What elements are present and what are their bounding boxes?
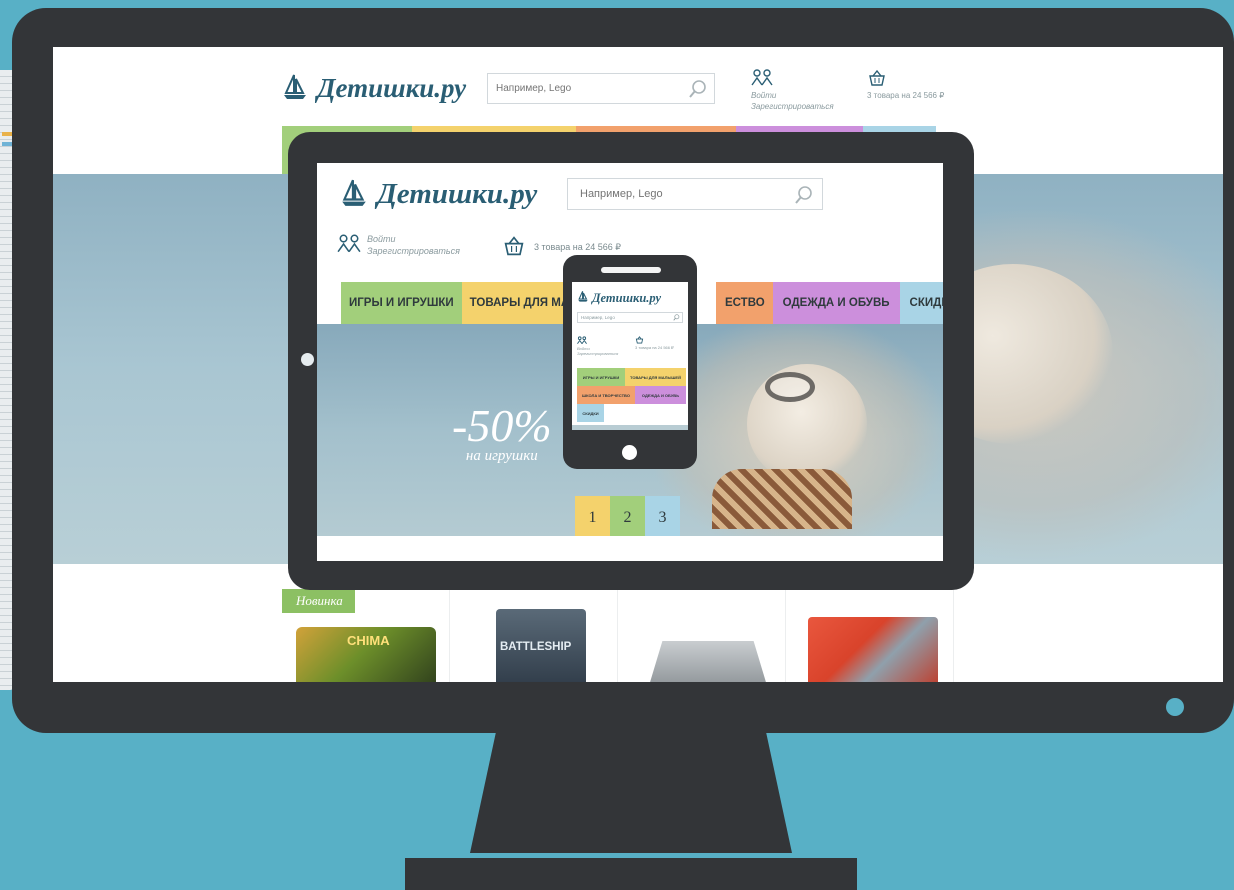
search-icon[interactable] bbox=[673, 314, 680, 324]
nav-tab-games[interactable]: ИГРЫ И ИГРУШКИ bbox=[577, 368, 625, 386]
user-icon bbox=[577, 336, 621, 346]
battleship-brand-text: BATTLESHIP bbox=[500, 641, 572, 653]
pager-button-3[interactable]: 3 bbox=[645, 496, 680, 536]
nav-tab-creativity[interactable]: ЕСТВО bbox=[715, 282, 773, 324]
basket-icon bbox=[635, 336, 683, 345]
search-icon[interactable] bbox=[794, 185, 814, 210]
phone-screen: Детишки.ру Например, Lego Войти Зарегист… bbox=[572, 282, 688, 430]
basket-icon bbox=[867, 69, 944, 90]
product-card[interactable] bbox=[618, 589, 786, 682]
phone-home-button[interactable] bbox=[622, 445, 637, 460]
nav-tab-discounts[interactable]: СКИДКИ bbox=[577, 404, 604, 422]
nav-tab-baby-goods[interactable]: ТОВАРЫ ДЛЯ МАЛЬ bbox=[461, 282, 571, 324]
sailboat-icon bbox=[577, 289, 589, 307]
basket-icon bbox=[502, 235, 526, 259]
nav-tab-clothing[interactable]: ОДЕЖДА И ОБУВЬ bbox=[772, 282, 900, 324]
site-logo[interactable]: Детишки.ру bbox=[339, 177, 537, 212]
phone-device: Детишки.ру Например, Lego Войти Зарегист… bbox=[563, 255, 697, 469]
register-link[interactable]: Зарегистрироваться bbox=[367, 245, 460, 257]
planes-toy-box-icon bbox=[808, 617, 938, 682]
sale-caption: на игрушки bbox=[465, 448, 538, 464]
search-input[interactable] bbox=[488, 74, 668, 103]
register-link[interactable]: Зарегистрироваться bbox=[577, 351, 621, 356]
cart-text: 3 товара на 24 566 ₽ bbox=[635, 345, 674, 350]
register-link[interactable]: Зарегистрироваться bbox=[751, 101, 834, 112]
product-list: CHIMA Новинка BATTLESHIP bbox=[282, 589, 954, 682]
product-card[interactable]: CHIMA Новинка bbox=[282, 589, 450, 682]
logo-text: Детишки.ру bbox=[317, 73, 467, 103]
pager-button-1[interactable]: 1 bbox=[575, 496, 610, 536]
user-icon bbox=[751, 69, 834, 90]
tablet-home-button[interactable] bbox=[301, 353, 314, 366]
user-links: Войти Зарегистрироваться bbox=[577, 336, 621, 356]
logo-text: Детишки.ру bbox=[377, 178, 538, 210]
new-badge: Новинка bbox=[282, 589, 355, 613]
search-placeholder: Например, Lego bbox=[581, 315, 615, 320]
cart-text: 3 товара на 24 566 ₽ bbox=[867, 91, 945, 100]
phone-nav-menu: ИГРЫ И ИГРУШКИ ТОВАРЫ ДЛЯ МАЛЫШЕЙ ШКОЛА … bbox=[577, 368, 686, 422]
cart-text: 3 товара на 24 566 ₽ bbox=[534, 241, 621, 252]
sale-banner[interactable]: -50% на игрушки bbox=[452, 400, 552, 465]
sailboat-icon bbox=[281, 72, 309, 105]
search-box bbox=[487, 73, 715, 104]
product-card[interactable]: BATTLESHIP bbox=[450, 589, 618, 682]
power-indicator bbox=[1166, 698, 1184, 716]
building-model-icon bbox=[648, 641, 768, 682]
hero-photo-scarf bbox=[712, 469, 852, 529]
site-logo[interactable]: Детишки.ру bbox=[577, 289, 661, 307]
chima-brand-text: CHIMA bbox=[347, 633, 390, 648]
logo-text: Детишки.ру bbox=[592, 290, 662, 305]
login-link[interactable]: Войти bbox=[751, 90, 834, 101]
nav-tab-clothing[interactable]: ОДЕЖДА И ОБУВЬ bbox=[635, 386, 686, 404]
site-logo[interactable]: Детишки.ру bbox=[281, 72, 466, 105]
sale-percent: -50% bbox=[452, 400, 552, 451]
phone-hero-strip bbox=[572, 425, 688, 430]
goggles-icon bbox=[765, 372, 815, 402]
cart-summary[interactable]: 3 товара на 24 566 ₽ bbox=[635, 336, 683, 350]
user-links: Войти Зарегистрироваться bbox=[337, 233, 460, 260]
login-link[interactable]: Войти bbox=[367, 233, 460, 245]
sailboat-icon bbox=[339, 177, 369, 212]
user-links: Войти Зарегистрироваться bbox=[751, 69, 834, 112]
monitor-stand-neck bbox=[470, 733, 792, 853]
monitor-stand-base bbox=[405, 858, 857, 890]
nav-tab-discounts[interactable]: СКИДКИ bbox=[899, 282, 943, 324]
nav-tab-creativity[interactable]: ШКОЛА И ТВОРЧЕСТВО bbox=[577, 386, 635, 404]
user-icon bbox=[337, 233, 361, 260]
product-card[interactable] bbox=[786, 589, 954, 682]
search-input[interactable] bbox=[568, 179, 768, 209]
nav-tab-baby-goods[interactable]: ТОВАРЫ ДЛЯ МАЛЫШЕЙ bbox=[625, 368, 686, 386]
nav-tab-games[interactable]: ИГРЫ И ИГРУШКИ bbox=[341, 282, 462, 324]
slider-pager: 1 2 3 bbox=[575, 496, 680, 536]
phone-speaker bbox=[601, 267, 661, 273]
cart-summary[interactable]: 3 товара на 24 566 ₽ bbox=[867, 69, 944, 101]
search-box bbox=[567, 178, 823, 210]
search-input[interactable]: Например, Lego bbox=[577, 312, 683, 323]
search-icon[interactable] bbox=[688, 79, 708, 104]
pager-button-2[interactable]: 2 bbox=[610, 496, 645, 536]
